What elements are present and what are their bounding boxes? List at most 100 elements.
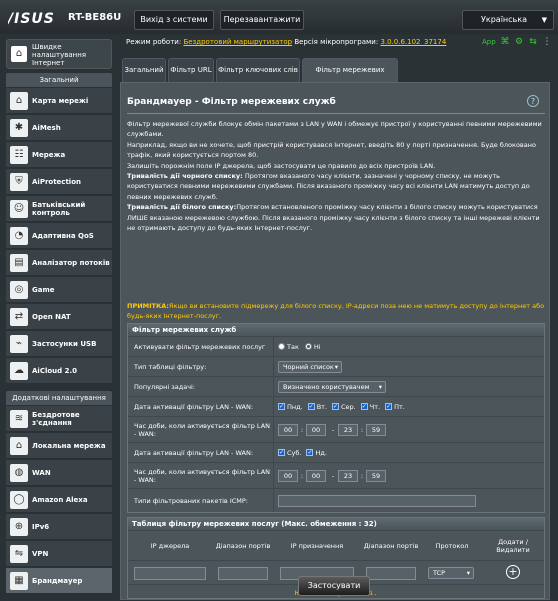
whitelist-paragraph: Тривалість дії білого списку:Протягом вс…: [127, 202, 547, 233]
chevron-down-icon: ▾: [334, 362, 338, 371]
sidebar-item-label: VPN: [32, 550, 49, 558]
sidebar-item-label: Адаптивна QoS: [32, 232, 94, 240]
weekend-start-hour-input[interactable]: 00: [278, 469, 298, 482]
usb-status-icon[interactable]: ⚙: [514, 37, 524, 47]
weekend-start-minute-input[interactable]: 00: [306, 469, 326, 482]
sidebar-item-label: AiMesh: [32, 124, 61, 132]
firewall-icon: ▦: [10, 572, 28, 590]
popular-tasks-select[interactable]: Визначено користувачем ▾: [278, 380, 386, 393]
sidebar-item-qos[interactable]: ◔ Адаптивна QoS: [6, 223, 112, 249]
sidebar-item-open-nat[interactable]: ⇄ Open NAT: [6, 304, 112, 330]
sidebar-item-aicloud[interactable]: ☁ AiCloud 2.0: [6, 358, 112, 384]
sidebar-item-parental-control[interactable]: ☺ Батьківський контроль: [6, 196, 112, 222]
sidebar-item-wan[interactable]: ◍ WAN: [6, 460, 112, 486]
day-checkbox-sat[interactable]: ✓: [278, 449, 285, 456]
tab-general[interactable]: Загальний: [122, 58, 166, 82]
day-checkbox-mon[interactable]: ✓: [278, 403, 285, 410]
help-icon[interactable]: ?: [527, 95, 539, 107]
desc-paragraph-2: Наприклад, якщо ви не хочете, щоб пристр…: [127, 140, 536, 160]
sidebar-item-ipv6[interactable]: ⊕ IPv6: [6, 514, 112, 540]
apply-button[interactable]: Застосувати: [298, 576, 370, 596]
day-checkbox-wed[interactable]: ✓: [332, 403, 340, 410]
settings-status-icon[interactable]: ⋮: [542, 37, 552, 47]
col-source-ip: IP джерела: [150, 542, 190, 550]
language-value: Українська: [481, 15, 527, 24]
filter-settings-header: Фільтр мережевих служб: [128, 324, 544, 336]
lan-icon: ⌂: [10, 437, 28, 455]
sidebar-item-network[interactable]: ☷ Мережа: [6, 142, 112, 168]
firmware-label: Версія мікропрограми:: [294, 38, 379, 46]
sidebar-item-wireless[interactable]: ≋ Бездротове з'єднання: [6, 406, 112, 432]
protocol-select[interactable]: TCP ▾: [428, 567, 474, 579]
desc-paragraph-3: Залишіть порожнім поле IP джерела, щоб з…: [127, 161, 436, 170]
add-rule-icon[interactable]: +: [506, 565, 520, 579]
start-minute-input[interactable]: 00: [306, 423, 326, 436]
desc-paragraph-1: Фільтр мережевої служби блокує обмін пак…: [127, 120, 542, 139]
end-minute-input[interactable]: 59: [366, 423, 386, 436]
blacklist-paragraph: Тривалість дії чорного списку: Протягом …: [127, 171, 547, 202]
day-checkbox-tue[interactable]: ✓: [307, 403, 315, 410]
enable-filter-label: Активувати фільтр мережевих послуг: [128, 337, 274, 356]
day-label: Пт.: [394, 402, 405, 411]
day-label: Пнд.: [287, 402, 303, 411]
game-icon: ◎: [10, 281, 28, 299]
sidebar-item-traffic-analyzer[interactable]: ▤ Аналізатор потоків: [6, 250, 112, 276]
weekend-end-minute-input[interactable]: 59: [366, 469, 386, 482]
enable-yes-label: Так: [287, 342, 299, 351]
sidebar-item-label: Open NAT: [32, 313, 71, 321]
table-type-label: Тип таблиці фільтру:: [128, 357, 274, 376]
share-status-icon[interactable]: ⇆: [528, 37, 538, 47]
sidebar-item-label: Локальна мережа: [32, 442, 106, 450]
destination-port-input[interactable]: [366, 567, 416, 580]
asus-logo-icon: /ISUS: [6, 11, 54, 27]
weekend-end-hour-input[interactable]: 23: [338, 469, 358, 482]
traffic-analyzer-icon: ▤: [10, 254, 28, 272]
sidebar-item-game[interactable]: ◎ Game: [6, 277, 112, 303]
firmware-value-link[interactable]: 3.0.0.6.102_37174: [380, 38, 446, 46]
source-port-input[interactable]: [218, 567, 268, 580]
day-label: Суб.: [287, 448, 302, 457]
parental-control-icon: ☺: [10, 200, 28, 218]
reboot-button[interactable]: Перезавантажити: [220, 10, 304, 30]
sidebar-item-lan[interactable]: ⌂ Локальна мережа: [6, 433, 112, 459]
whitelist-label: Тривалість дії білого списку:: [127, 203, 237, 212]
tab-url-filter[interactable]: Фільтр URL: [168, 58, 214, 82]
enable-yes-radio[interactable]: [278, 343, 285, 350]
sidebar-item-alexa[interactable]: ◯ Amazon Alexa: [6, 487, 112, 513]
content-panel: Брандмауер - Фільтр мережевих служб ? Фі…: [120, 82, 550, 600]
rules-table-header: Таблиця фільтру мережевих послуг (Макс. …: [128, 518, 544, 530]
tab-network-services-filter[interactable]: Фільтр мережевих служб: [302, 58, 398, 96]
quick-setup-button[interactable]: ⌂ Швидке налаштування Інтернет: [6, 39, 112, 69]
day-checkbox-fri[interactable]: ✓: [385, 403, 393, 410]
enable-no-label: Ні: [313, 342, 321, 351]
network-status-icon[interactable]: ⌘: [500, 37, 510, 47]
weekday-time-label: Час доби, коли активується фільтр LAN - …: [128, 417, 274, 442]
brand-logo: /ISUS: [6, 10, 62, 29]
sidebar-item-network-map[interactable]: ⌂ Карта мережі: [6, 88, 112, 114]
sidebar-item-aimesh[interactable]: ✱ AiMesh: [6, 115, 112, 141]
day-checkbox-sun[interactable]: ✓: [306, 449, 314, 456]
language-select[interactable]: Українська ▼: [462, 10, 554, 30]
sidebar-item-label: Аналізатор потоків: [32, 259, 110, 267]
sidebar-item-label: Застосунки USB: [32, 340, 97, 348]
logout-button[interactable]: Вихід з системи: [134, 10, 214, 30]
sidebar-item-vpn[interactable]: ⇋ VPN: [6, 541, 112, 567]
mode-value-link[interactable]: Бездротовий маршрутизатор: [183, 38, 292, 46]
end-hour-input[interactable]: 23: [338, 423, 358, 436]
advanced-section-header: Додаткові налаштування: [6, 391, 112, 405]
source-ip-input[interactable]: [134, 567, 206, 580]
icmp-input[interactable]: [278, 494, 476, 507]
popular-tasks-value: Визначено користувачем: [283, 382, 370, 391]
divider: [127, 113, 545, 114]
enable-no-radio[interactable]: [304, 343, 312, 350]
sidebar-item-aiprotection[interactable]: ⛨ AiProtection: [6, 169, 112, 195]
sidebar-item-firewall[interactable]: ▦ Брандмауер: [6, 568, 112, 594]
router-model: RT-BE86U: [68, 12, 122, 23]
day-label: Чт.: [369, 402, 381, 411]
tab-keyword-filter[interactable]: Фільтр ключових слів: [216, 58, 300, 82]
table-type-select[interactable]: Чорний список ▾: [278, 360, 342, 373]
day-checkbox-thu[interactable]: ✓: [360, 403, 368, 410]
start-hour-input[interactable]: 00: [278, 423, 298, 436]
app-label[interactable]: App: [482, 38, 496, 46]
sidebar-item-usb[interactable]: ⌁ Застосунки USB: [6, 331, 112, 357]
